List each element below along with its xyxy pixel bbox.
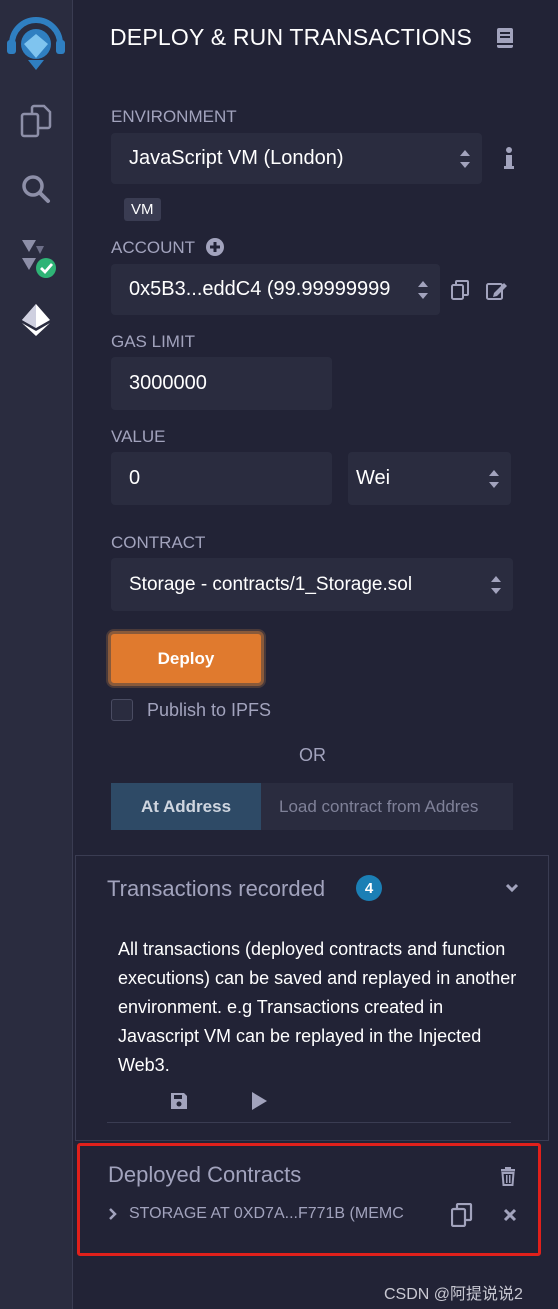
chevron-down-icon[interactable] (505, 881, 519, 899)
copy-address-icon[interactable] (450, 1202, 473, 1232)
deployed-instance-name[interactable]: STORAGE AT 0XD7A...F771B (MEMC (129, 1205, 429, 1223)
icon-sidebar (0, 0, 73, 1309)
value-label: VALUE (111, 427, 166, 446)
publish-ipfs-label: Publish to IPFS (147, 700, 272, 720)
environment-label: ENVIRONMENT (111, 107, 237, 126)
add-account-icon[interactable] (206, 238, 224, 261)
transactions-recorded-title[interactable]: Transactions recorded (107, 876, 325, 902)
value-amount: 0 (129, 467, 141, 489)
gas-limit-input[interactable]: 3000000 (111, 357, 332, 410)
environment-select[interactable]: JavaScript VM (London) (111, 133, 482, 184)
remix-logo-icon[interactable] (0, 14, 72, 72)
load-contract-address-input[interactable]: Load contract from Addres (261, 783, 513, 830)
deployed-contracts-title: Deployed Contracts (108, 1162, 302, 1187)
file-explorer-icon[interactable] (0, 104, 72, 138)
account-label: ACCOUNT (111, 238, 196, 257)
solidity-compiler-icon[interactable] (0, 236, 72, 280)
documentation-icon[interactable] (496, 27, 514, 54)
transactions-description: All transactions (deployed contracts and… (118, 939, 517, 1075)
select-caret-icon (489, 469, 499, 488)
contract-value: Storage - contracts/1_Storage.sol (129, 573, 413, 595)
panel-title: DEPLOY & RUN TRANSACTIONS (110, 24, 473, 50)
close-icon[interactable] (503, 1208, 517, 1227)
contract-select[interactable]: Storage - contracts/1_Storage.sol (111, 558, 513, 611)
select-caret-icon (460, 149, 470, 168)
search-icon[interactable] (0, 174, 72, 204)
select-caret-icon (491, 575, 501, 594)
trash-icon[interactable] (500, 1167, 516, 1191)
copy-account-icon[interactable] (451, 280, 469, 305)
value-input[interactable]: 0 (111, 452, 332, 505)
account-select[interactable]: 0x5B3...eddC4 (99.99999999 (111, 264, 440, 315)
at-address-button[interactable]: At Address (111, 783, 261, 830)
environment-value: JavaScript VM (London) (129, 147, 344, 169)
sign-message-icon[interactable] (486, 280, 508, 305)
gas-limit-value: 3000000 (129, 372, 207, 394)
save-icon[interactable] (170, 1092, 188, 1115)
play-icon[interactable] (250, 1091, 268, 1116)
deploy-run-icon[interactable] (0, 302, 72, 338)
deployed-contracts-highlight (77, 1143, 541, 1256)
watermark-text: CSDN @阿提说说2 (384, 1286, 523, 1303)
transactions-count-badge: 4 (356, 875, 382, 901)
divider (107, 1122, 511, 1123)
publish-ipfs-checkbox[interactable] (111, 699, 133, 721)
select-caret-icon (418, 280, 428, 299)
value-unit: Wei (356, 467, 391, 489)
chevron-right-icon[interactable] (108, 1207, 118, 1226)
contract-label: CONTRACT (111, 533, 206, 552)
info-icon[interactable] (504, 147, 514, 174)
deploy-button[interactable]: Deploy (108, 631, 264, 686)
account-value: 0x5B3...eddC4 (99.99999999 (129, 278, 391, 300)
or-divider: OR (299, 745, 326, 765)
gas-limit-label: GAS LIMIT (111, 332, 196, 351)
deploy-run-panel: DEPLOY & RUN TRANSACTIONS ENVIRONMENT Ja… (73, 0, 558, 1309)
vm-badge: VM (124, 198, 161, 221)
value-unit-select[interactable]: Wei (348, 452, 511, 505)
